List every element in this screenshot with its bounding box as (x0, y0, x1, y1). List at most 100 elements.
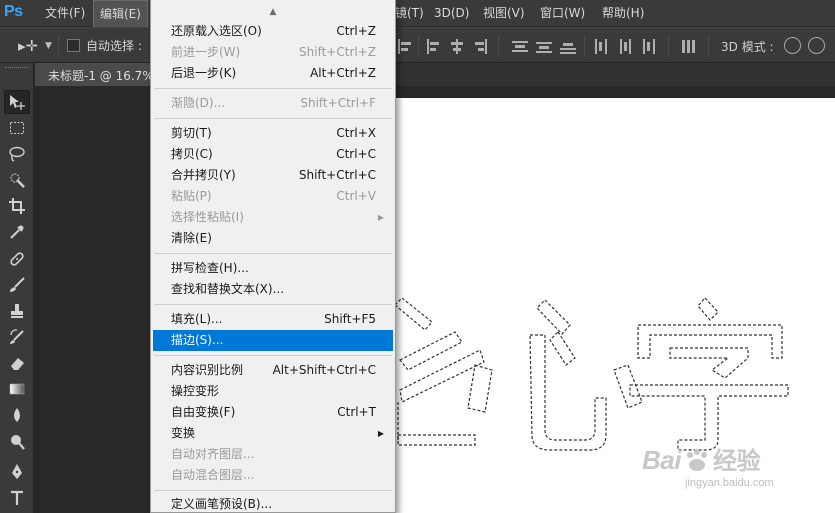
align-horizontal-centers-icon[interactable] (449, 39, 465, 54)
menu-item-puppet-warp[interactable]: 操控变形 (153, 381, 393, 402)
menu-item-fill[interactable]: 填充(L)... Shift+F5 (153, 309, 393, 330)
align-right-edges-icon[interactable] (397, 39, 413, 54)
3d-mode-label: 3D 模式 : (721, 40, 774, 54)
clone-stamp-tool-icon[interactable] (4, 299, 30, 323)
auto-select-label: 自动选择 : (86, 39, 142, 53)
move-tool-icon[interactable] (4, 90, 30, 114)
selection-path (637, 324, 783, 359)
menu-window[interactable]: 窗口(W) (534, 0, 591, 27)
selection-path (529, 334, 607, 451)
crop-tool-icon[interactable] (4, 194, 30, 218)
document-tab[interactable]: 未标题-1 @ 16.7% (35, 63, 165, 86)
selection-path (399, 331, 463, 371)
scroll-up-arrow-icon[interactable]: ▲ (151, 0, 395, 23)
eyedropper-tool-icon[interactable] (4, 220, 30, 244)
menu-item-paste[interactable]: 粘贴(P) Ctrl+V (153, 186, 393, 207)
text-selection-outline (394, 297, 789, 451)
divider (584, 35, 585, 57)
distribute-top-icon[interactable] (512, 39, 528, 54)
baidu-paw-icon (684, 448, 710, 472)
menu-item-auto-align-layers[interactable]: 自动对齐图层... (153, 444, 393, 465)
menu-item-copy-merged[interactable]: 合并拷贝(Y) Shift+Ctrl+C (153, 165, 393, 186)
panel-grip[interactable] (5, 67, 29, 70)
baidu-watermark-logo: Bai 经验 (642, 441, 760, 476)
quick-selection-tool-icon[interactable] (4, 168, 30, 192)
menu-view[interactable]: 视图(V) (477, 0, 531, 27)
menu-item-content-aware-scale[interactable]: 内容识别比例 Alt+Shift+Ctrl+C (153, 360, 393, 381)
divider (668, 35, 669, 57)
distribute-right-icon[interactable] (641, 39, 657, 54)
menu-item-free-transform[interactable]: 自由变换(F) Ctrl+T (153, 402, 393, 423)
menu-separator (154, 88, 392, 89)
menu-item-fade[interactable]: 渐隐(D)... Shift+Ctrl+F (153, 93, 393, 114)
edit-menu-dropdown: ▲ 还原载入选区(O) Ctrl+Z 前进一步(W) Shift+Ctrl+Z 后退… (150, 0, 396, 513)
menu-item-step-backward[interactable]: 后退一步(K) Alt+Ctrl+Z (153, 63, 393, 84)
menu-item-step-forward[interactable]: 前进一步(W) Shift+Ctrl+Z (153, 42, 393, 63)
menu-item-transform[interactable]: 变换 ▶ (153, 423, 393, 444)
align-right-icon[interactable] (472, 39, 488, 54)
dodge-tool-icon[interactable] (4, 430, 30, 454)
divider (58, 35, 59, 57)
menu-item-paste-special[interactable]: 选择性粘贴(I) ▶ (153, 207, 393, 228)
submenu-arrow-icon: ▶ (377, 429, 384, 438)
photoshop-logo: Ps (4, 3, 23, 20)
watermark-url: jingyan.baidu.com (685, 477, 774, 489)
healing-brush-tool-icon[interactable] (4, 247, 30, 271)
tools-panel (0, 63, 34, 513)
distribute-vertical-centers-icon[interactable] (536, 39, 552, 54)
menu-item-copy[interactable]: 拷贝(C) Ctrl+C (153, 144, 393, 165)
menu-item-find-replace-text[interactable]: 查找和替换文本(X)... (153, 279, 393, 300)
menu-separator (154, 304, 392, 305)
distribute-left-icon[interactable] (593, 39, 609, 54)
watermark-brand: Bai (642, 445, 681, 475)
blur-tool-icon[interactable] (4, 403, 30, 427)
selection-path (467, 364, 493, 413)
menu-3d[interactable]: 3D(D) (428, 0, 475, 27)
3d-roll-icon[interactable] (808, 37, 825, 54)
history-brush-tool-icon[interactable] (4, 325, 30, 349)
selection-path (697, 297, 719, 321)
menu-item-stroke[interactable]: 描边(S)... (153, 330, 393, 351)
menu-item-undo-load-selection[interactable]: 还原载入选区(O) Ctrl+Z (153, 21, 393, 42)
watermark-brand-cn: 经验 (712, 447, 761, 475)
menu-separator (154, 355, 392, 356)
selection-path (613, 364, 643, 409)
menu-separator (154, 490, 392, 491)
type-tool-icon[interactable] (4, 486, 30, 510)
brush-tool-icon[interactable] (4, 273, 30, 297)
submenu-arrow-icon: ▶ (377, 213, 384, 222)
selection-path (399, 349, 485, 403)
menu-item-define-brush-preset[interactable]: 定义画笔预设(B)... (153, 494, 393, 513)
menu-separator (154, 118, 392, 119)
eraser-tool-icon[interactable] (4, 351, 30, 375)
menu-item-auto-blend-layers[interactable]: 自动混合图层... (153, 465, 393, 486)
chevron-down-icon[interactable]: ▼ (45, 41, 52, 51)
divider (708, 35, 709, 57)
pen-tool-icon[interactable] (4, 460, 30, 484)
auto-align-layers-icon[interactable] (681, 39, 697, 54)
distribute-horizontal-centers-icon[interactable] (617, 39, 633, 54)
options-bar: ▸✛ ▼ 自动选择 : 3D 模式: (0, 27, 835, 63)
align-left-edges-icon[interactable] (426, 39, 442, 54)
menu-file[interactable]: 文件(F) (39, 0, 91, 27)
move-tool-icon[interactable]: ▸✛ (18, 37, 38, 55)
menu-item-cut[interactable]: 剪切(T) Ctrl+X (153, 123, 393, 144)
menu-separator (154, 253, 392, 254)
3d-orbit-icon[interactable] (784, 37, 801, 54)
menu-edit[interactable]: 编辑(E) (93, 0, 148, 27)
divider (418, 35, 419, 57)
menu-item-check-spelling[interactable]: 拼写检查(H)... (153, 258, 393, 279)
gradient-tool-icon[interactable] (4, 377, 30, 401)
lasso-tool-icon[interactable] (4, 142, 30, 166)
selection-path (397, 434, 476, 446)
divider (498, 35, 499, 57)
selection-path (536, 299, 571, 335)
menu-bar: Ps 文件(F) 编辑(E) 镜(T) 3D(D) 视图(V) 窗口(W) 帮助… (0, 0, 835, 27)
selection-path (549, 331, 576, 366)
distribute-bottom-icon[interactable] (560, 39, 576, 54)
auto-select-checkbox[interactable] (67, 39, 80, 52)
marquee-tool-icon[interactable] (4, 116, 30, 140)
menu-item-clear[interactable]: 清除(E) (153, 228, 393, 249)
selection-path (394, 297, 433, 331)
menu-help[interactable]: 帮助(H) (596, 0, 650, 27)
